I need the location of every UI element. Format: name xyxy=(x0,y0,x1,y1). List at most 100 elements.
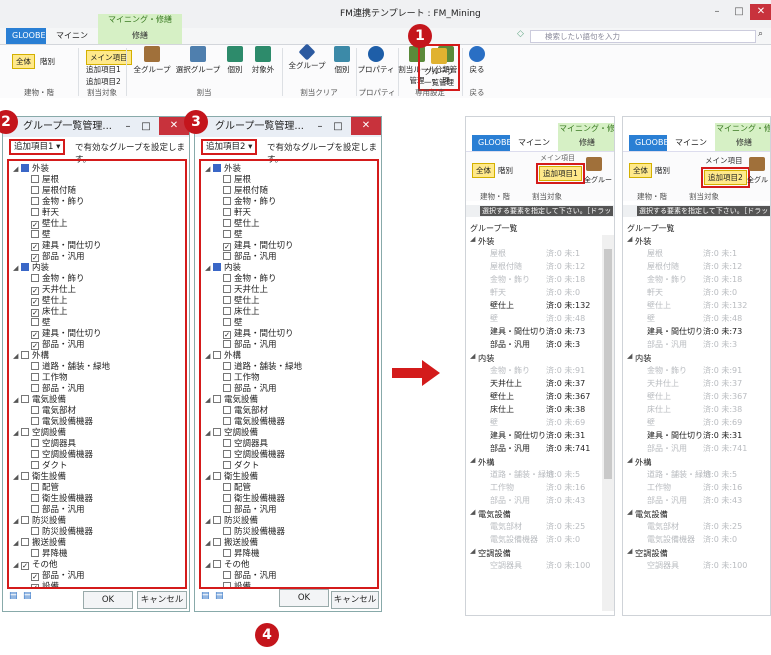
tree-item[interactable]: 壁 xyxy=(205,230,373,241)
checkbox[interactable] xyxy=(31,309,39,317)
list-item[interactable]: 金物・飾り 済:0 未:18 xyxy=(625,274,759,287)
tab-mining[interactable]: マイニング xyxy=(50,28,94,56)
tree-item[interactable]: 壁 xyxy=(205,318,373,329)
expand-triangle-icon[interactable]: ◢ xyxy=(470,235,475,243)
checkbox[interactable] xyxy=(213,351,221,359)
tree-item[interactable]: 部品・汎用 xyxy=(13,340,181,351)
ok-button[interactable]: OK xyxy=(83,591,133,609)
checkbox[interactable] xyxy=(31,186,39,194)
tree-item[interactable]: 道路・舗装・緑地 xyxy=(13,362,181,373)
checkbox[interactable] xyxy=(21,351,29,359)
tree-item[interactable]: 屋根付随 xyxy=(13,186,181,197)
list-item[interactable]: 部品・汎用 済:0 未:3 xyxy=(468,339,602,352)
close-icon[interactable]: ✕ xyxy=(351,117,381,135)
expand-triangle-icon[interactable]: ◢ xyxy=(13,538,21,549)
by-floor-button[interactable]: 階別 xyxy=(655,165,670,176)
group-tree[interactable]: ◢外装屋根屋根付随金物・飾り軒天壁仕上壁建具・間仕切り部品・汎用◢内装金物・飾り… xyxy=(7,159,187,589)
tree-category[interactable]: ◢ 防災設備 xyxy=(13,516,181,527)
checkbox[interactable] xyxy=(223,406,231,414)
tree-category[interactable]: ◢ 搬送設備 xyxy=(13,538,181,549)
checkbox[interactable] xyxy=(223,243,231,251)
tree-item[interactable]: 電気設備機器 xyxy=(13,417,181,428)
maximize-icon[interactable]: □ xyxy=(728,4,750,20)
checkbox[interactable] xyxy=(223,340,231,348)
expand-triangle-icon[interactable]: ◢ xyxy=(13,164,21,175)
tree-item[interactable]: 壁仕上 xyxy=(205,219,373,230)
all-groups-button[interactable]: 全グル xyxy=(747,175,768,185)
checkbox[interactable] xyxy=(31,384,39,392)
expand-triangle-icon[interactable]: ◢ xyxy=(470,352,475,360)
checkbox[interactable] xyxy=(213,516,221,524)
checkbox[interactable] xyxy=(223,461,231,469)
individual-assign-button[interactable]: 個別 xyxy=(222,46,248,75)
tab-repair[interactable]: 修繕 xyxy=(715,135,770,151)
property-button[interactable]: プロパティ xyxy=(356,46,396,75)
clear-individual-button[interactable]: 個別 xyxy=(330,46,354,75)
tree-item[interactable]: 空調器具 xyxy=(13,439,181,450)
list-item[interactable]: 壁仕上 済:0 未:367 xyxy=(625,391,759,404)
checkbox[interactable] xyxy=(31,373,39,381)
checkbox[interactable] xyxy=(213,428,221,436)
cancel-button[interactable]: キャンセル xyxy=(137,591,187,609)
list-item[interactable]: 部品・汎用 済:0 未:43 xyxy=(625,495,759,508)
select-groups-button[interactable]: 選択グループ xyxy=(174,46,222,75)
checkbox[interactable] xyxy=(31,450,39,458)
expand-triangle-icon[interactable]: ◢ xyxy=(205,516,213,527)
by-floor-button[interactable]: 階別 xyxy=(498,165,513,176)
checkbox[interactable] xyxy=(223,197,231,205)
tree-item[interactable]: 壁仕上 xyxy=(13,219,181,230)
selected-item-highlight[interactable]: 追加項目2 xyxy=(701,167,750,188)
checkbox[interactable] xyxy=(31,230,39,238)
tree-category[interactable]: ◢ 衛生設備 xyxy=(13,472,181,483)
tree-item[interactable]: 建具・間仕切り xyxy=(205,329,373,340)
checkbox[interactable] xyxy=(223,450,231,458)
expand-triangle-icon[interactable]: ◢ xyxy=(13,428,21,439)
checkbox[interactable] xyxy=(31,494,39,502)
list-category[interactable]: ◢ 空調設備 xyxy=(625,547,759,560)
item-selector[interactable]: 追加項目1 ▾ xyxy=(9,139,66,155)
checkbox[interactable] xyxy=(31,461,39,469)
tree-item[interactable]: 部品・汎用 xyxy=(13,384,181,395)
list-item[interactable]: 壁仕上 済:0 未:132 xyxy=(468,300,602,313)
list-item[interactable]: 工作物 済:0 未:16 xyxy=(468,482,602,495)
tree-item[interactable]: 部品・汎用 xyxy=(205,505,373,516)
expand-triangle-icon[interactable]: ◢ xyxy=(13,516,21,527)
back-button[interactable]: 戻る xyxy=(464,46,490,75)
expand-triangle-icon[interactable]: ◢ xyxy=(205,560,213,571)
checkbox[interactable] xyxy=(223,494,231,502)
expand-triangle-icon[interactable]: ◢ xyxy=(627,547,632,555)
tree-item[interactable]: 天井仕上 xyxy=(205,285,373,296)
checkbox[interactable] xyxy=(31,331,39,339)
list-item[interactable]: 建具・間仕切り 済:0 未:73 xyxy=(625,326,759,339)
minimize-icon[interactable]: – xyxy=(311,117,329,137)
tree-item[interactable]: 壁仕上 xyxy=(205,296,373,307)
list-category[interactable]: ◢ 電気設備 xyxy=(625,508,759,521)
tree-category[interactable]: ◢ 空調設備 xyxy=(13,428,181,439)
checkbox[interactable] xyxy=(223,384,231,392)
minimize-icon[interactable]: – xyxy=(119,117,137,137)
list-item[interactable]: 軒天 済:0 未:0 xyxy=(468,287,602,300)
checkbox[interactable] xyxy=(223,274,231,282)
list-item[interactable]: 道路・舗装・緑地 済:0 未:5 xyxy=(625,469,759,482)
checkbox[interactable] xyxy=(31,287,39,295)
expand-triangle-icon[interactable]: ◢ xyxy=(205,472,213,483)
checkbox[interactable] xyxy=(223,296,231,304)
tree-item[interactable]: 屋根付随 xyxy=(205,186,373,197)
group-list-mgmt-button[interactable]: グループ 一覧管理 xyxy=(418,44,460,91)
list-item[interactable]: 金物・飾り 済:0 未:18 xyxy=(468,274,602,287)
list-item[interactable]: 天井仕上 済:0 未:37 xyxy=(468,378,602,391)
list-item[interactable]: 軒天 済:0 未:0 xyxy=(625,287,759,300)
search-icon[interactable]: ⌕ xyxy=(758,29,763,39)
tree-item[interactable]: 建具・間仕切り xyxy=(205,241,373,252)
tree-item[interactable]: 金物・飾り xyxy=(13,197,181,208)
checkbox[interactable] xyxy=(213,538,221,546)
tree-item[interactable]: 設備 xyxy=(205,582,373,587)
tree-category[interactable]: ◢ 外構 xyxy=(205,351,373,362)
tree-item[interactable]: 衛生設備機器 xyxy=(205,494,373,505)
checkbox[interactable] xyxy=(31,505,39,513)
list-item[interactable]: 道路・舗装・緑地 済:0 未:5 xyxy=(468,469,602,482)
tree-item[interactable]: 建具・間仕切り xyxy=(13,329,181,340)
expand-triangle-icon[interactable]: ◢ xyxy=(205,351,213,362)
all-groups-button[interactable]: 全グルー xyxy=(584,175,612,185)
checkbox[interactable] xyxy=(223,582,231,587)
